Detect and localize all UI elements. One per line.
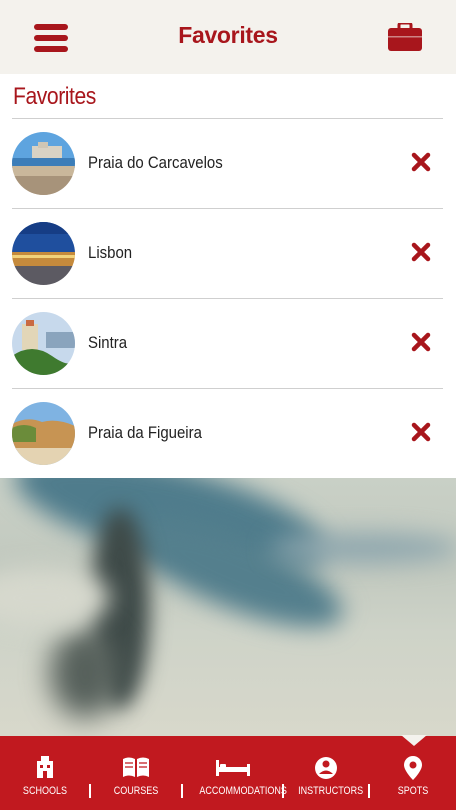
divider bbox=[181, 784, 183, 798]
list-item[interactable]: Lisbon bbox=[12, 208, 443, 298]
book-icon bbox=[123, 757, 149, 777]
tab-spots[interactable]: SPOTS bbox=[388, 736, 438, 810]
cliff-beach-photo bbox=[12, 402, 75, 465]
divider bbox=[282, 784, 284, 798]
close-icon[interactable] bbox=[411, 152, 431, 172]
tab-label: COURSES bbox=[113, 785, 159, 797]
divider bbox=[368, 784, 370, 798]
close-icon[interactable] bbox=[411, 242, 431, 262]
tab-accommodations[interactable]: ACCOMMODATIONS bbox=[192, 736, 287, 810]
briefcase-icon[interactable] bbox=[388, 21, 422, 51]
list-item[interactable]: Praia da Figueira bbox=[12, 388, 443, 478]
tab-label: SCHOOLS bbox=[22, 785, 68, 797]
item-label: Sintra bbox=[88, 333, 128, 352]
tab-label: ACCOMMODATIONS bbox=[199, 785, 287, 797]
tab-courses[interactable]: COURSES bbox=[106, 736, 166, 810]
divider bbox=[89, 784, 91, 798]
tab-instructors[interactable]: INSTRUCTORS bbox=[292, 736, 364, 810]
tab-label: INSTRUCTORS bbox=[298, 785, 364, 797]
beach-fort-photo bbox=[12, 132, 75, 195]
instructor-icon bbox=[315, 757, 337, 779]
close-icon[interactable] bbox=[411, 422, 431, 442]
bed-icon bbox=[216, 760, 250, 776]
app-header: Favorites bbox=[0, 0, 456, 74]
tab-schools[interactable]: SCHOOLS bbox=[16, 736, 74, 810]
list-item[interactable]: Sintra bbox=[12, 298, 443, 388]
section-title: Favorites bbox=[13, 83, 96, 110]
tab-label: SPOTS bbox=[397, 785, 429, 797]
background-photo bbox=[0, 478, 456, 736]
favorites-list: Praia do Carcavelos Lisbon Sintra Praia … bbox=[12, 118, 443, 478]
city-night-photo bbox=[12, 222, 75, 285]
item-label: Praia da Figueira bbox=[88, 423, 202, 442]
item-label: Lisbon bbox=[88, 243, 133, 262]
item-label: Praia do Carcavelos bbox=[88, 153, 223, 172]
list-item[interactable]: Praia do Carcavelos bbox=[12, 118, 443, 208]
bottom-nav: SCHOOLS COURSES ACCOMMODATIONS INSTRUCTO… bbox=[0, 735, 456, 810]
school-icon bbox=[37, 756, 53, 778]
favorites-panel: Favorites Praia do Carcavelos Lisbon Sin… bbox=[0, 74, 456, 478]
map-pin-icon bbox=[404, 756, 422, 780]
palace-photo bbox=[12, 312, 75, 375]
close-icon[interactable] bbox=[411, 332, 431, 352]
